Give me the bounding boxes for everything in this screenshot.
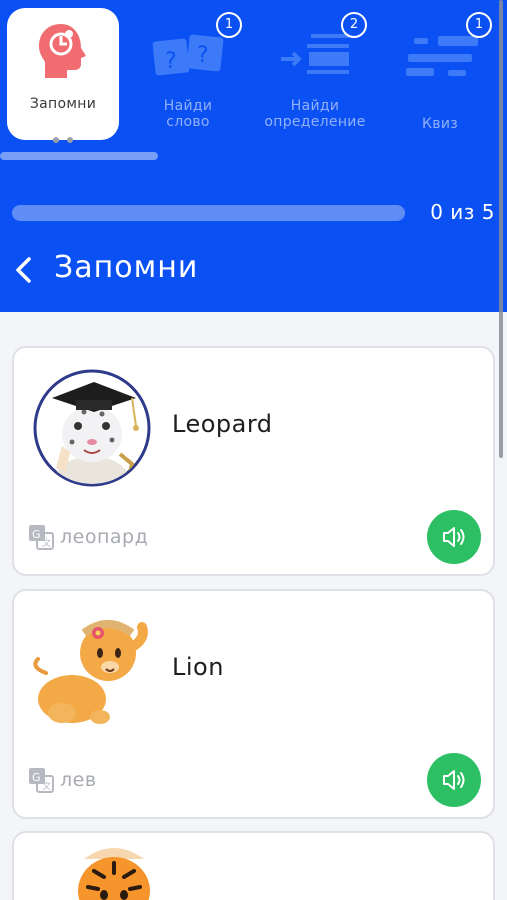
play-sound-button[interactable] [427, 753, 481, 807]
word-card: Lion G 文 лев [12, 589, 495, 819]
tab-underline [0, 152, 158, 160]
svg-text:文: 文 [42, 780, 51, 792]
brain-head-icon [39, 24, 86, 78]
tab-find-word-badge: 1 [216, 12, 242, 38]
word-card [12, 831, 495, 900]
speaker-icon [443, 770, 465, 790]
speaker-icon [443, 527, 465, 547]
svg-text:G: G [32, 771, 41, 784]
card-translation: лев [60, 769, 97, 791]
tab-find-definition-label: Найди определение [264, 98, 366, 130]
tiger-image [78, 848, 150, 900]
tab-remember[interactable]: Запомни [7, 8, 119, 143]
tab-find-definition-badge: 2 [341, 12, 367, 38]
card-translation: леопард [60, 526, 149, 548]
tab-quiz-label: Квиз [422, 116, 458, 132]
svg-text:G: G [32, 528, 41, 541]
play-sound-button[interactable] [427, 510, 481, 564]
tab-find-word-label: Найди слово [163, 98, 213, 130]
tab-dots [7, 128, 119, 147]
card-word: Lion [172, 653, 224, 681]
scrollbar[interactable] [499, 0, 503, 458]
chevron-left-icon [16, 257, 31, 283]
tab-remember-label: Запомни [29, 96, 97, 112]
back-button[interactable] [6, 250, 46, 290]
svg-text:文: 文 [42, 537, 51, 549]
arrow-to-lines-icon [281, 34, 349, 74]
quiz-lines-icon [406, 36, 478, 76]
question-cards-icon: ? ? [152, 34, 224, 76]
translate-icon: G 文 [29, 525, 54, 550]
word-card: Leopard G 文 леопард [12, 346, 495, 576]
svg-text:?: ? [165, 49, 177, 74]
top-header: Запомни ? ? Найди слово 1 Найди определе… [0, 0, 507, 312]
lion-image [26, 603, 160, 737]
page-title: Запомни [54, 250, 199, 285]
leopard-image [33, 369, 151, 487]
progress-counter: 0 из 5 [430, 200, 495, 224]
translate-icon: G 文 [29, 768, 54, 793]
progress-bar [12, 205, 405, 221]
svg-text:?: ? [197, 43, 209, 68]
tab-quiz-badge: 1 [466, 12, 492, 38]
card-word: Leopard [172, 410, 273, 438]
